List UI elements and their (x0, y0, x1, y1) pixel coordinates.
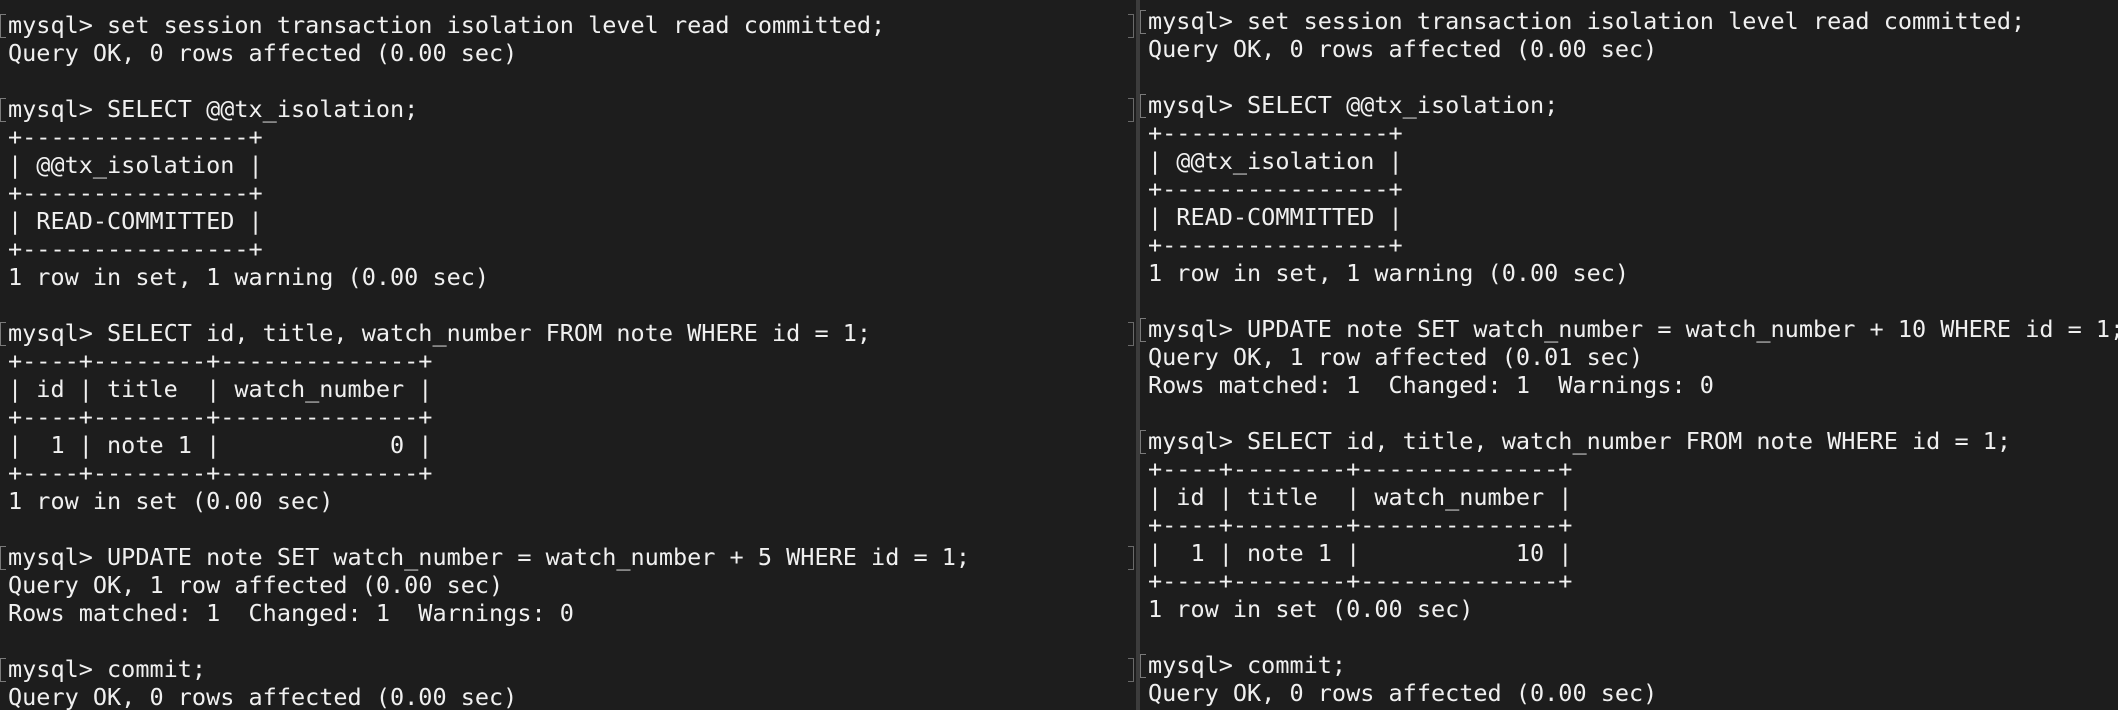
terminal-line: +----+--------+--------------+ (1148, 455, 1573, 483)
terminal-line: | 1 | note 1 | 0 | (8, 431, 433, 459)
prompt-gutter-icon (1128, 658, 1134, 682)
terminal-line: | id | title | watch_number | (1148, 483, 1573, 511)
terminal-window: mysql> set session transaction isolation… (0, 0, 2118, 710)
terminal-line: | @@tx_isolation | (8, 151, 263, 179)
prompt-gutter-icon (1128, 322, 1134, 346)
terminal-line: mysql> set session transaction isolation… (8, 11, 886, 39)
prompt-gutter-icon (1128, 98, 1134, 122)
right-terminal-pane[interactable]: mysql> set session transaction isolation… (1140, 0, 2118, 710)
terminal-line: +----+--------+--------------+ (1148, 567, 1573, 595)
prompt-marker-icon (0, 14, 6, 38)
terminal-line: Query OK, 0 rows affected (0.00 sec) (8, 683, 518, 710)
terminal-line: | @@tx_isolation | (1148, 147, 1403, 175)
terminal-line: +----------------+ (1148, 231, 1403, 259)
terminal-line: mysql> SELECT id, title, watch_number FR… (1148, 427, 2012, 455)
terminal-line: mysql> UPDATE note SET watch_number = wa… (8, 543, 971, 571)
terminal-line: Query OK, 0 rows affected (0.00 sec) (1148, 35, 1658, 63)
terminal-line: 1 row in set, 1 warning (0.00 sec) (8, 263, 490, 291)
prompt-marker-icon (0, 658, 6, 682)
terminal-line: mysql> commit; (8, 655, 207, 683)
terminal-line: | id | title | watch_number | (8, 375, 433, 403)
terminal-line: Query OK, 1 row affected (0.01 sec) (1148, 343, 1644, 371)
prompt-marker-icon (1140, 10, 1146, 34)
terminal-line: +----------------+ (1148, 119, 1403, 147)
terminal-line: +----+--------+--------------+ (1148, 511, 1573, 539)
terminal-line: Query OK, 1 row affected (0.00 sec) (8, 571, 504, 599)
terminal-line: +----------------+ (8, 123, 263, 151)
right-terminal-output: mysql> set session transaction isolation… (1148, 7, 2118, 707)
terminal-line: +----------------+ (8, 179, 263, 207)
terminal-line: | READ-COMMITTED | (8, 207, 263, 235)
prompt-marker-icon (0, 546, 6, 570)
terminal-line: | 1 | note 1 | 10 | (1148, 539, 1573, 567)
prompt-gutter-icon (1128, 14, 1134, 38)
terminal-line: Rows matched: 1 Changed: 1 Warnings: 0 (8, 599, 574, 627)
terminal-line: 1 row in set (0.00 sec) (1148, 595, 1474, 623)
terminal-line: mysql> UPDATE note SET watch_number = wa… (1148, 315, 2118, 343)
left-terminal-output: mysql> set session transaction isolation… (8, 11, 970, 710)
terminal-line: +----------------+ (1148, 175, 1403, 203)
terminal-line: mysql> SELECT id, title, watch_number FR… (8, 319, 872, 347)
terminal-line: Query OK, 0 rows affected (0.00 sec) (1148, 679, 1658, 707)
terminal-line: +----+--------+--------------+ (8, 347, 433, 375)
terminal-line: Rows matched: 1 Changed: 1 Warnings: 0 (1148, 371, 1714, 399)
terminal-line: +----------------+ (8, 235, 263, 263)
prompt-gutter-icon (1128, 546, 1134, 570)
left-terminal-pane[interactable]: mysql> set session transaction isolation… (0, 0, 1136, 710)
terminal-line: mysql> commit; (1148, 651, 1347, 679)
terminal-line: +----+--------+--------------+ (8, 403, 433, 431)
prompt-marker-icon (1140, 654, 1146, 678)
prompt-marker-icon (0, 98, 6, 122)
terminal-line: 1 row in set, 1 warning (0.00 sec) (1148, 259, 1630, 287)
terminal-line: mysql> SELECT @@tx_isolation; (8, 95, 419, 123)
prompt-marker-icon (1140, 430, 1146, 454)
terminal-line: +----+--------+--------------+ (8, 459, 433, 487)
terminal-line: Query OK, 0 rows affected (0.00 sec) (8, 39, 518, 67)
terminal-line: mysql> set session transaction isolation… (1148, 7, 2026, 35)
terminal-line: mysql> SELECT @@tx_isolation; (1148, 91, 1559, 119)
prompt-marker-icon (1140, 94, 1146, 118)
prompt-marker-icon (0, 322, 6, 346)
prompt-marker-icon (1140, 318, 1146, 342)
terminal-line: | READ-COMMITTED | (1148, 203, 1403, 231)
terminal-line: 1 row in set (0.00 sec) (8, 487, 334, 515)
